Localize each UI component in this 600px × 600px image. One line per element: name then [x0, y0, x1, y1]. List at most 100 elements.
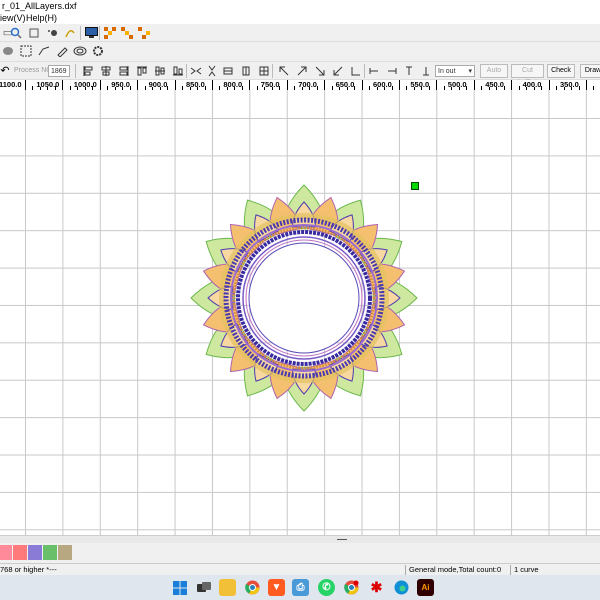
status-divider [510, 565, 511, 575]
draw-button[interactable]: Draw [580, 64, 600, 78]
brave-icon[interactable]: ▼ [268, 579, 285, 596]
cut-in-out-button[interactable]: Cut In/Out [511, 64, 544, 86]
align-right-icon[interactable] [116, 63, 132, 79]
main-toolbar: ▭ [0, 24, 600, 42]
ruler-tick [436, 80, 438, 90]
ruler-tick [174, 80, 176, 90]
chrome-icon[interactable] [244, 579, 261, 596]
ruler-label: 650.0 [335, 80, 355, 89]
gear-icon[interactable] [90, 43, 106, 59]
remote-desktop-icon[interactable]: ⎙ [292, 579, 309, 596]
align-top-icon[interactable] [134, 63, 150, 79]
polyline-icon[interactable] [36, 43, 52, 59]
process-no-field[interactable]: 1869 [48, 65, 70, 77]
layer-color-palette [0, 543, 600, 563]
task-view-icon[interactable] [195, 579, 212, 596]
lead-right-icon[interactable] [384, 63, 400, 79]
chrome-notification-icon[interactable] [343, 579, 360, 596]
window-title: r_01_AllLayers.dxf [2, 1, 77, 11]
distribute-vertical-icon[interactable] [204, 63, 220, 79]
ruler-label: 600.0 [373, 80, 392, 89]
layer-color-swatch[interactable] [43, 545, 57, 560]
menu-help[interactable]: Help(H) [26, 12, 57, 24]
align-middle-icon[interactable] [152, 63, 168, 79]
ruler-label: 950.0 [111, 80, 130, 89]
ruler-label: 850.0 [186, 80, 205, 89]
ruler-tick [586, 80, 587, 90]
same-size-icon[interactable] [256, 63, 272, 79]
toolbar-separator [364, 64, 365, 78]
select-box-icon[interactable] [18, 43, 34, 59]
arrow-icon[interactable]: ↶ [0, 63, 10, 79]
layer-color-swatch[interactable] [0, 545, 12, 560]
whatsapp-icon[interactable]: ✆ [318, 579, 335, 596]
edge-icon[interactable] [393, 579, 410, 596]
ruler-label: 400.0 [522, 80, 542, 89]
in-out-select-value: In out [438, 68, 456, 75]
align-center-icon[interactable] [98, 63, 114, 79]
ruler-label: 1100.0 [0, 80, 22, 89]
ruler-label: 450.0 [485, 80, 504, 89]
ellipse-icon[interactable] [72, 43, 88, 59]
ruler-tick [399, 80, 400, 90]
title-bar: r_01_AllLayers.dxf [0, 0, 600, 12]
monitor-icon[interactable] [83, 25, 99, 41]
lead-bottom-icon[interactable] [418, 63, 434, 79]
lead-left-icon[interactable] [366, 63, 382, 79]
auto-button[interactable]: Auto [480, 64, 508, 78]
drawing-canvas[interactable] [0, 90, 600, 535]
layer-color-swatch[interactable] [13, 545, 27, 560]
layer-color-swatch[interactable] [28, 545, 42, 560]
move-top-right-icon[interactable] [294, 63, 310, 79]
ruler-tick [511, 80, 513, 90]
ruler-label: 700.0 [298, 80, 317, 89]
ruler-tick [62, 80, 64, 90]
ruler-tick [249, 80, 251, 90]
illustrator-icon[interactable]: Ai [417, 579, 434, 596]
windows-taskbar: ▼ ⎙ ✆ ✱ Ai [0, 575, 600, 600]
toolbar-separator [99, 26, 100, 40]
align-left-icon[interactable] [80, 63, 96, 79]
app-icon[interactable]: ✱ [368, 579, 385, 596]
corner-icon[interactable] [348, 63, 364, 79]
same-width-icon[interactable] [220, 63, 236, 79]
rectangle-icon[interactable] [26, 25, 42, 41]
laser-pattern-icon-1[interactable] [102, 25, 118, 41]
ruler-tick [324, 80, 326, 90]
check-button[interactable]: Check [547, 64, 575, 78]
ruler-label: 800.0 [223, 80, 243, 89]
distribute-horizontal-icon[interactable] [188, 63, 204, 79]
ruler-label: 1050.0 [36, 80, 60, 89]
ruler-label: 350.0 [560, 80, 579, 89]
zoom-icon[interactable] [8, 25, 24, 41]
ruler-tick [25, 80, 26, 90]
curve-icon[interactable] [62, 25, 78, 41]
same-height-icon[interactable] [238, 63, 254, 79]
file-explorer-icon[interactable] [219, 579, 236, 596]
lead-top-icon[interactable] [401, 63, 417, 79]
move-top-left-icon[interactable] [276, 63, 292, 79]
toolbar-separator [80, 26, 81, 40]
status-divider [405, 565, 406, 575]
ruler-label: 750.0 [260, 80, 280, 89]
in-out-select[interactable]: In out ▾ [435, 65, 475, 77]
menu-view[interactable]: iew(V) [0, 12, 26, 24]
laser-pattern-icon-2[interactable] [119, 25, 135, 41]
mandala-drawing[interactable] [189, 183, 419, 413]
layer-color-swatch[interactable] [58, 545, 72, 560]
scroll-grip[interactable] [337, 539, 347, 540]
windows-start-icon[interactable] [171, 579, 188, 596]
toolbar-separator [75, 64, 76, 78]
ruler-tick [361, 80, 363, 90]
move-bottom-left-icon[interactable] [330, 63, 346, 79]
ruler-tick [99, 80, 101, 90]
align-bottom-icon[interactable] [170, 63, 186, 79]
move-bottom-right-icon[interactable] [312, 63, 328, 79]
laser-pattern-icon-3[interactable] [136, 25, 152, 41]
chevron-down-icon: ▾ [468, 68, 472, 75]
circle-tool-icon[interactable] [0, 43, 16, 59]
point-icon[interactable] [44, 25, 60, 41]
pen-icon[interactable] [54, 43, 70, 59]
ruler-label: 1000.0 [73, 80, 97, 89]
ruler-label: 900.0 [148, 80, 168, 89]
